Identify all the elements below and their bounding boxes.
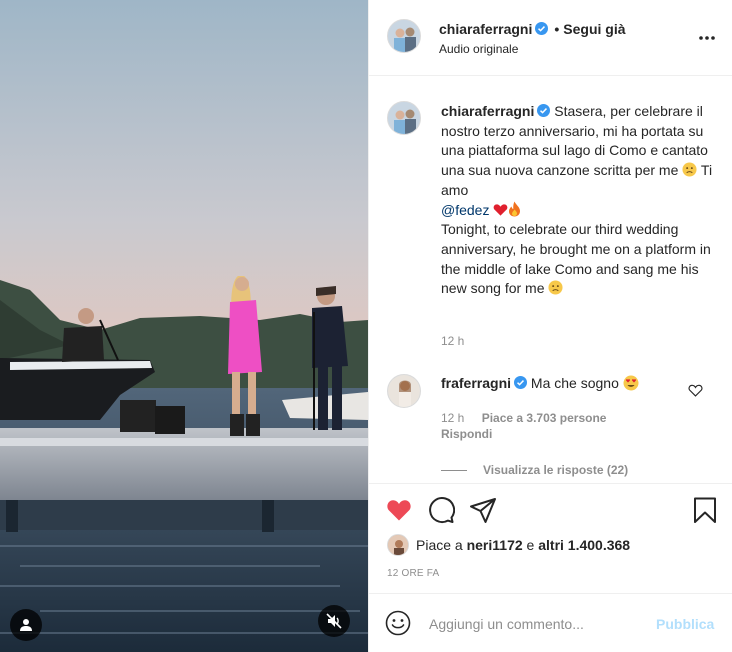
- comment-like-heart-icon[interactable]: [688, 383, 703, 398]
- heart-filled-icon[interactable]: [385, 496, 413, 524]
- audio-link[interactable]: Audio originale: [439, 42, 518, 56]
- comment-meta: 12 h Piace a 3.703 persone: [441, 411, 606, 425]
- likes-prefix: Piace a: [416, 537, 463, 553]
- likes-user-link[interactable]: neri1172: [467, 537, 523, 553]
- caption-timestamp[interactable]: 12 h: [441, 334, 464, 348]
- likes-others-link[interactable]: altri 1.400.368: [538, 537, 630, 553]
- comment-bubble-icon[interactable]: [427, 496, 455, 524]
- mention-link[interactable]: @fedez: [441, 202, 489, 218]
- comment-timestamp[interactable]: 12 h: [441, 411, 464, 425]
- comment-username[interactable]: fraferragni: [441, 375, 511, 391]
- avatar[interactable]: [387, 374, 421, 408]
- comment-body: Ma che sogno: [530, 375, 619, 391]
- post-media[interactable]: [0, 0, 368, 652]
- fire-emoji-icon: [509, 201, 521, 217]
- post-actions: Piace a neri1172 e altri 1.400.368 12 OR…: [369, 483, 732, 593]
- instagram-post: chiaraferragni • Segui già Audio originale…: [0, 0, 732, 652]
- username-link[interactable]: chiaraferragni: [439, 21, 532, 37]
- sad-face-emoji-icon: [548, 280, 563, 295]
- post-timestamp[interactable]: 12 ORE FA: [387, 568, 439, 579]
- comment-input[interactable]: [429, 613, 649, 635]
- header-username-line: chiaraferragni • Segui già: [439, 21, 626, 37]
- avatar[interactable]: [387, 19, 421, 53]
- lake-performance-video: [0, 0, 368, 652]
- comments-area[interactable]: chiaraferragni Stasera, per celebrare il…: [369, 77, 732, 483]
- verified-badge-icon: [537, 104, 551, 117]
- caption-text: chiaraferragni Stasera, per celebrare il…: [441, 102, 716, 299]
- follow-status-button[interactable]: Segui già: [563, 21, 625, 37]
- comment-text: fraferragni Ma che sogno: [441, 375, 639, 391]
- ellipsis-icon[interactable]: [697, 28, 717, 48]
- post-side-panel: chiaraferragni • Segui già Audio originale…: [368, 0, 732, 652]
- smiley-icon[interactable]: [385, 610, 411, 636]
- view-replies-label: Visualizza le risposte (22): [483, 463, 629, 477]
- publish-button[interactable]: Pubblica: [656, 616, 714, 632]
- comment-likes-count[interactable]: Piace a 3.703 persone: [482, 411, 607, 425]
- paper-plane-icon[interactable]: [469, 496, 497, 524]
- avatar[interactable]: [387, 101, 421, 135]
- divider: [441, 469, 467, 471]
- likes-mid: e: [526, 537, 535, 553]
- comment-composer: Pubblica: [369, 593, 732, 652]
- bookmark-icon[interactable]: [691, 496, 719, 524]
- view-replies-button[interactable]: Visualizza le risposte (22): [441, 463, 628, 477]
- verified-badge-icon: [514, 376, 528, 389]
- avatar[interactable]: [387, 534, 409, 556]
- user-tag-icon[interactable]: [10, 609, 42, 641]
- verified-badge-icon: [535, 22, 549, 35]
- post-header: chiaraferragni • Segui già Audio originale: [369, 0, 732, 76]
- red-heart-emoji-icon: [494, 203, 508, 216]
- speaker-muted-icon[interactable]: [318, 605, 350, 637]
- caption-english: Tonight, to celebrate our third wedding …: [441, 221, 711, 297]
- heart-eyes-emoji-icon: [623, 375, 639, 391]
- sad-face-emoji-icon: [682, 162, 697, 177]
- likes-summary[interactable]: Piace a neri1172 e altri 1.400.368: [387, 534, 630, 556]
- caption-username[interactable]: chiaraferragni: [441, 103, 534, 119]
- separator-dot: •: [554, 21, 560, 37]
- reply-button[interactable]: Rispondi: [441, 427, 492, 441]
